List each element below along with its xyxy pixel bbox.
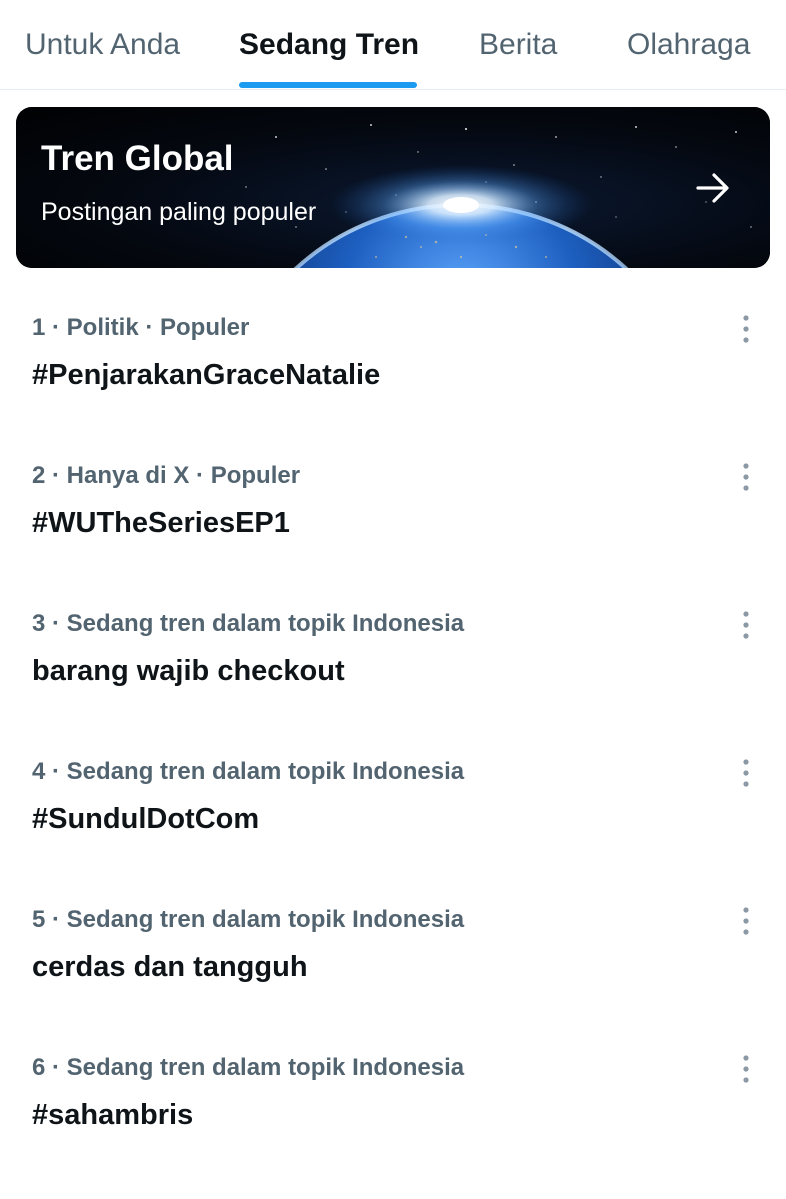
trend-meta: 1 · Politik · Populer [32, 314, 250, 341]
trend-item[interactable]: 6 · Sedang tren dalam topik Indonesia #s… [0, 1037, 786, 1185]
trend-meta: 4 · Sedang tren dalam topik Indonesia [32, 758, 465, 785]
trend-name: #sahambris [32, 1099, 194, 1131]
trend-name: cerdas dan tangguh [32, 951, 308, 983]
trend-name: #WUTheSeriesEP1 [32, 507, 290, 539]
more-options-icon[interactable] [732, 461, 760, 493]
global-trends-banner[interactable]: Tren Global Postingan paling populer [16, 107, 770, 268]
arrow-right-icon[interactable] [694, 169, 732, 207]
trend-item[interactable]: 1 · Politik · Populer #PenjarakanGraceNa… [0, 297, 786, 445]
trend-meta: 6 · Sedang tren dalam topik Indonesia [32, 1054, 465, 1081]
tab-untuk-anda[interactable]: Untuk Anda [25, 27, 180, 63]
tab-sedang-tren[interactable]: Sedang Tren [239, 27, 419, 63]
tab-bar: Untuk Anda Sedang Tren Berita Olahraga [0, 0, 786, 90]
trend-name: barang wajib checkout [32, 655, 345, 687]
earth-from-space-image [16, 107, 770, 268]
trend-item[interactable]: 4 · Sedang tren dalam topik Indonesia #S… [0, 741, 786, 889]
trend-meta: 3 · Sedang tren dalam topik Indonesia [32, 610, 465, 637]
trend-meta: 5 · Sedang tren dalam topik Indonesia [32, 906, 465, 933]
banner-subtitle: Postingan paling populer [41, 198, 317, 226]
tab-olahraga[interactable]: Olahraga [627, 27, 750, 63]
trend-item[interactable]: 5 · Sedang tren dalam topik Indonesia ce… [0, 889, 786, 1037]
banner-title: Tren Global [41, 139, 234, 178]
more-options-icon[interactable] [732, 609, 760, 641]
more-options-icon[interactable] [732, 1053, 760, 1085]
active-tab-indicator [239, 82, 417, 88]
trend-name: #SundulDotCom [32, 803, 260, 835]
more-options-icon[interactable] [732, 905, 760, 937]
trend-item[interactable]: 3 · Sedang tren dalam topik Indonesia ba… [0, 593, 786, 741]
trend-meta: 2 · Hanya di X · Populer [32, 462, 301, 489]
trend-item[interactable]: 2 · Hanya di X · Populer #WUTheSeriesEP1 [0, 445, 786, 593]
more-options-icon[interactable] [732, 757, 760, 789]
more-options-icon[interactable] [732, 313, 760, 345]
trend-name: #PenjarakanGraceNatalie [32, 359, 381, 391]
tab-berita[interactable]: Berita [479, 27, 557, 63]
